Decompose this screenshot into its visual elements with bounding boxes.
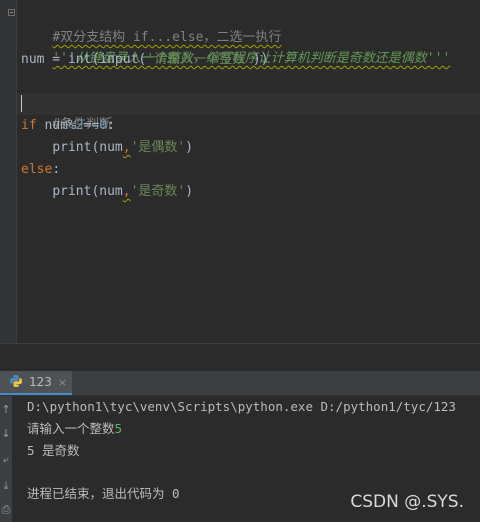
console-toolbar: ↑ ↓ ⤶ ⤓ ⎙ xyxy=(0,396,12,522)
paren: )) xyxy=(252,52,269,67)
paren: ) xyxy=(185,184,194,199)
variable: num xyxy=(21,52,45,67)
print-icon[interactable]: ⎙ xyxy=(0,502,12,518)
close-icon[interactable]: × xyxy=(58,376,67,389)
console-prompt: 请输入一个整数 xyxy=(27,421,115,436)
string-literal: '请输入一个整数' xyxy=(146,52,253,67)
string-literal: '是奇数' xyxy=(130,184,186,199)
up-arrow-icon[interactable]: ↑ xyxy=(0,402,12,418)
wrap-icon[interactable]: ⤶ xyxy=(0,452,12,468)
comma: , xyxy=(122,140,131,155)
function-name: print xyxy=(52,184,92,199)
code-line-8[interactable]: else: xyxy=(21,159,60,180)
down-arrow-icon[interactable]: ↓ xyxy=(0,426,12,442)
code-line-5[interactable]: #条件判断 xyxy=(21,93,112,132)
keyword: if xyxy=(21,118,37,133)
editor-gutter xyxy=(0,0,17,343)
code-line-1[interactable]: #双分支结构 if...else，二选一执行 xyxy=(21,6,281,45)
keyword: else xyxy=(21,162,53,177)
console-exit-message: 进程已结束，退出代码为 0 xyxy=(27,486,180,501)
code-line-6[interactable]: if num%2==0: xyxy=(21,115,115,136)
run-tab-123[interactable]: 123 × xyxy=(0,371,72,395)
fold-toggle-icon[interactable] xyxy=(8,9,15,16)
operator: == xyxy=(83,118,100,133)
python-icon xyxy=(9,373,23,392)
console-command: D:\python1\tyc\venv\Scripts\python.exe D… xyxy=(27,399,456,414)
run-tab-bar: 123 × xyxy=(0,371,480,396)
colon: : xyxy=(52,162,61,177)
comma: , xyxy=(122,184,131,199)
watermark: CSDN @.SYS. xyxy=(350,492,464,512)
console-prompt-line: 请输入一个整数5 xyxy=(27,419,122,439)
operator: = xyxy=(44,52,68,67)
variable: num xyxy=(99,184,123,199)
expression: num% xyxy=(36,118,76,133)
number-literal: 0 xyxy=(99,118,108,133)
scroll-to-end-icon[interactable]: ⤓ xyxy=(0,478,12,494)
number-literal: 2 xyxy=(75,118,84,133)
function-name: input xyxy=(99,52,139,67)
code-line-9[interactable]: print(num,'是奇数') xyxy=(21,181,193,202)
function-name: int xyxy=(67,52,92,67)
variable: num xyxy=(99,140,123,155)
panel-divider[interactable] xyxy=(0,343,480,372)
code-line-2[interactable]: '''从键盘录入一个整数，编写程序让计算机判断是奇数还是偶数''' xyxy=(21,27,450,66)
code-line-7[interactable]: print(num,'是偶数') xyxy=(21,137,193,158)
paren: ) xyxy=(185,140,194,155)
console-input: 5 xyxy=(114,421,123,436)
console-result: 5 是奇数 xyxy=(27,443,80,458)
run-tab-label: 123 xyxy=(29,375,52,389)
code-line-3[interactable]: num = int(input('请输入一个整数')) xyxy=(21,49,269,70)
code-editor[interactable]: #双分支结构 if...else，二选一执行 '''从键盘录入一个整数，编写程序… xyxy=(0,0,480,343)
function-name: print xyxy=(52,140,92,155)
string-literal: '是偶数' xyxy=(130,140,186,155)
colon: : xyxy=(107,118,115,133)
